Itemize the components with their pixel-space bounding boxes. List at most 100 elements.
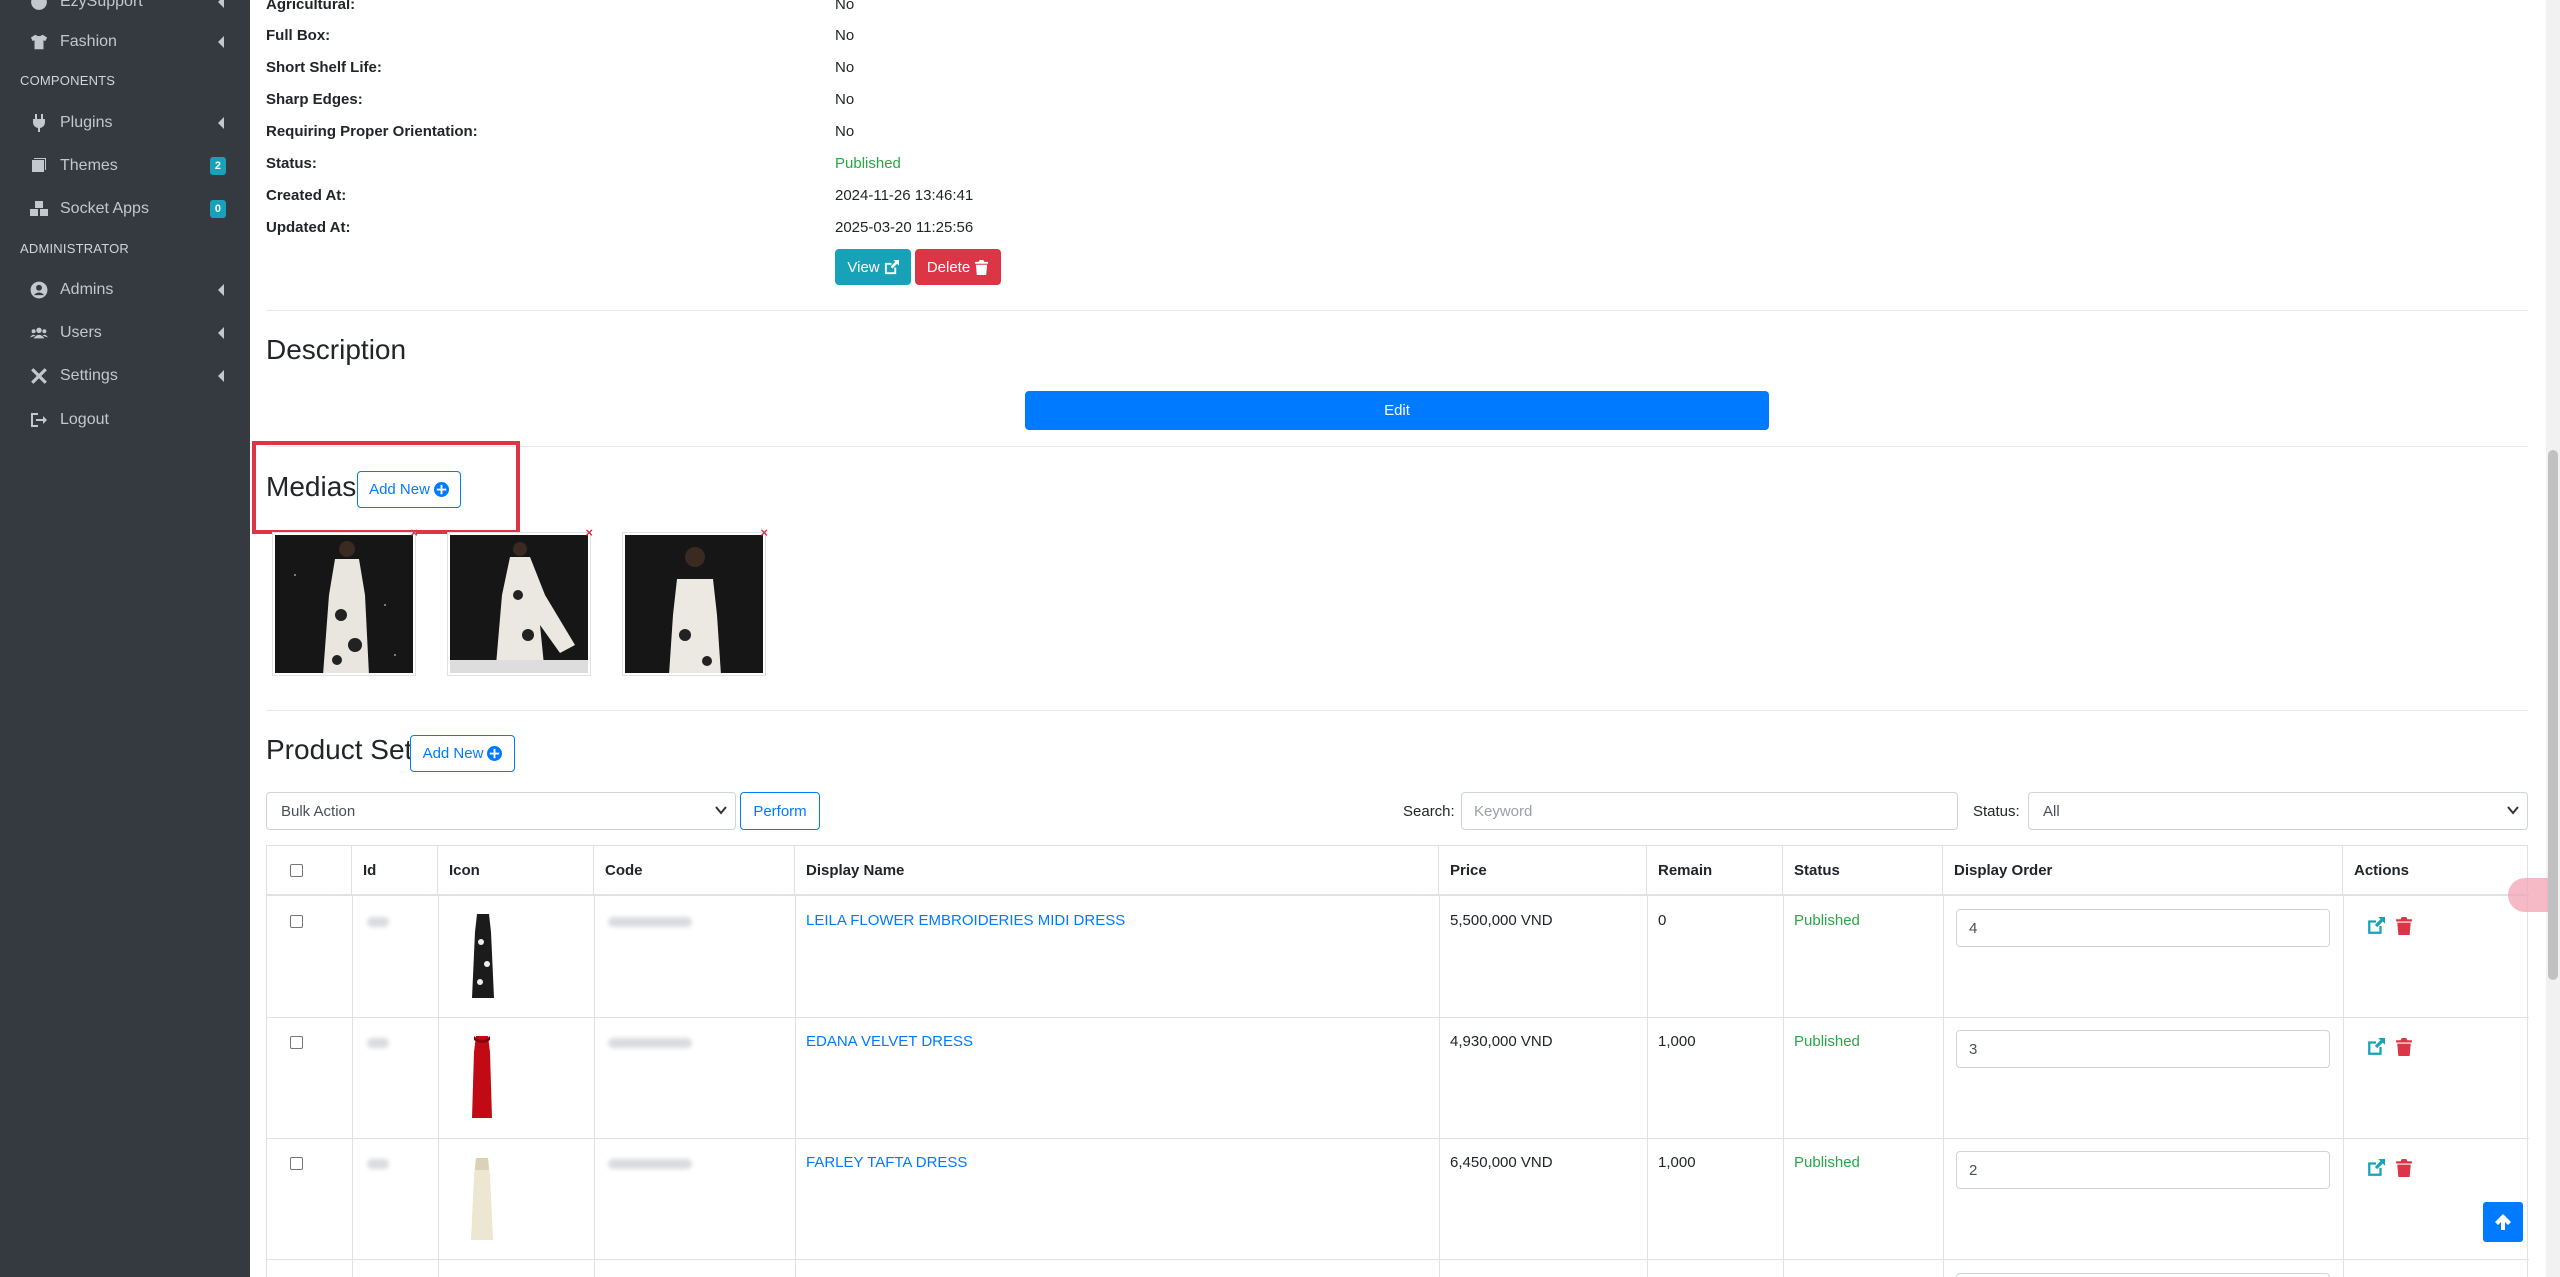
display-order-input[interactable]: 2 (1956, 1151, 2330, 1189)
dress-black-icon (472, 914, 494, 998)
page-scrollbar[interactable] (2546, 0, 2560, 1277)
product-set-title: Product Set (266, 734, 413, 765)
row-checkbox[interactable] (290, 1036, 303, 1049)
bulk-action-select[interactable]: Bulk Action (266, 792, 736, 830)
detail-row: Sharp Edges: No (266, 91, 1466, 115)
product-remain: 1,000 (1658, 1033, 1696, 1050)
display-order-value: 4 (1969, 919, 1978, 937)
product-name-link[interactable]: FARLEY TAFTA DRESS (806, 1154, 967, 1171)
media-thumbnail[interactable]: × (447, 525, 593, 676)
edit-row-icon[interactable] (2367, 1038, 2385, 1056)
chevron-down-icon (2507, 806, 2519, 815)
edit-row-icon[interactable] (2367, 1159, 2385, 1177)
product-status: Published (1794, 912, 1860, 929)
product-name-link[interactable]: LEILA FLOWER EMBROIDERIES MIDI DRESS (806, 912, 1125, 929)
external-link-icon (884, 259, 899, 274)
detail-value: No (835, 0, 855, 13)
scrollbar-thumb[interactable] (2548, 450, 2558, 980)
divider (266, 446, 2528, 447)
column-header[interactable]: Id (352, 846, 438, 896)
edit-button-label: Edit (1384, 402, 1410, 419)
media-thumbnail[interactable]: × (622, 525, 768, 676)
media-thumbnail[interactable]: × (272, 525, 418, 676)
sign-out-icon (28, 411, 50, 429)
detail-key: Requiring Proper Orientation: (266, 123, 478, 140)
display-order-value: 2 (1969, 1161, 1978, 1179)
sidebar-item-label: Logout (60, 411, 109, 428)
users-icon (28, 324, 50, 342)
display-order-input[interactable]: 3 (1956, 1030, 2330, 1068)
translate-widget-icon[interactable] (2508, 878, 2548, 912)
remove-media-icon[interactable]: × (585, 525, 593, 540)
sidebar-item-socket-apps[interactable]: Socket Apps 0 (0, 191, 250, 227)
delete-row-icon[interactable] (2395, 1159, 2413, 1177)
column-divider (594, 896, 595, 1277)
remove-media-icon[interactable]: × (410, 525, 418, 540)
sidebar-item-plugins[interactable]: Plugins (0, 105, 250, 141)
sidebar-item-themes[interactable]: Themes 2 (0, 148, 250, 184)
administrator-header: ADMINISTRATOR (20, 241, 130, 256)
product-set-table: Id Icon Code Display Name Price Remain S… (266, 845, 2529, 1277)
column-divider (438, 896, 439, 1277)
chevron-left-icon (216, 282, 226, 298)
book-icon (28, 157, 50, 175)
add-media-button[interactable]: Add New (357, 471, 461, 508)
remove-media-icon[interactable]: × (760, 525, 768, 540)
media-image (450, 535, 588, 673)
product-status: Published (1794, 1154, 1860, 1171)
search-input[interactable]: Keyword (1461, 792, 1958, 830)
back-to-top-button[interactable] (2483, 1202, 2523, 1242)
plus-circle-icon (487, 746, 503, 761)
chevron-left-icon (216, 368, 226, 384)
socket-apps-count-badge: 0 (209, 200, 226, 218)
add-new-label: Add New (369, 481, 430, 498)
column-divider (795, 896, 796, 1277)
column-header[interactable]: Price (1439, 846, 1647, 896)
column-header[interactable]: Display Name (795, 846, 1439, 896)
row-checkbox[interactable] (290, 915, 303, 928)
edit-description-button[interactable]: Edit (1025, 391, 1769, 430)
select-all-checkbox[interactable] (290, 864, 303, 877)
plug-icon (28, 114, 50, 132)
detail-row: Status: Published (266, 155, 1466, 179)
sidebar-item-ezysupport[interactable]: EzySupport (0, 0, 250, 20)
column-header[interactable]: Remain (1647, 846, 1783, 896)
row-divider (267, 1259, 2529, 1260)
column-header: Actions (2343, 846, 2529, 896)
view-button[interactable]: View (835, 249, 911, 285)
display-order-input[interactable] (1956, 1273, 2330, 1277)
detail-value: No (835, 59, 855, 76)
detail-key: Full Box: (266, 27, 331, 44)
perform-button[interactable]: Perform (740, 792, 820, 830)
delete-row-icon[interactable] (2395, 1038, 2413, 1056)
sidebar-item-settings[interactable]: Settings (0, 358, 250, 394)
arrow-up-icon (2495, 1214, 2511, 1230)
sidebar-item-logout[interactable]: Logout (0, 402, 250, 438)
add-product-set-button[interactable]: Add New (410, 735, 515, 772)
column-header[interactable]: Code (594, 846, 795, 896)
detail-value: No (835, 123, 855, 140)
status-filter-select[interactable]: All (2028, 792, 2528, 830)
plus-circle-icon (433, 482, 449, 497)
product-price: 4,930,000 VND (1450, 1033, 1553, 1050)
detail-row: Agricultural: No (266, 0, 1466, 20)
edit-row-icon[interactable] (2367, 917, 2385, 935)
column-header[interactable]: Status (1783, 846, 1943, 896)
row-divider (267, 1138, 2529, 1139)
display-order-input[interactable]: 4 (1956, 909, 2330, 947)
delete-row-icon[interactable] (2395, 917, 2413, 935)
sidebar-item-admins[interactable]: Admins (0, 272, 250, 308)
row-code-redacted (608, 1159, 692, 1169)
sidebar-item-users[interactable]: Users (0, 315, 250, 351)
medias-title: Medias (266, 471, 357, 502)
column-header[interactable]: Display Order (1943, 846, 2343, 896)
bulk-action-value: Bulk Action (281, 802, 356, 820)
dress-red-icon (472, 1036, 492, 1118)
sidebar-item-fashion[interactable]: Fashion (0, 24, 250, 60)
delete-button[interactable]: Delete (915, 249, 1001, 285)
product-name-link[interactable]: EDANA VELVET DRESS (806, 1033, 973, 1050)
column-header[interactable]: Icon (438, 846, 594, 896)
sidebar-item-label: EzySupport (60, 0, 143, 10)
row-checkbox[interactable] (290, 1157, 303, 1170)
detail-row: Created At: 2024-11-26 13:46:41 (266, 187, 1466, 211)
